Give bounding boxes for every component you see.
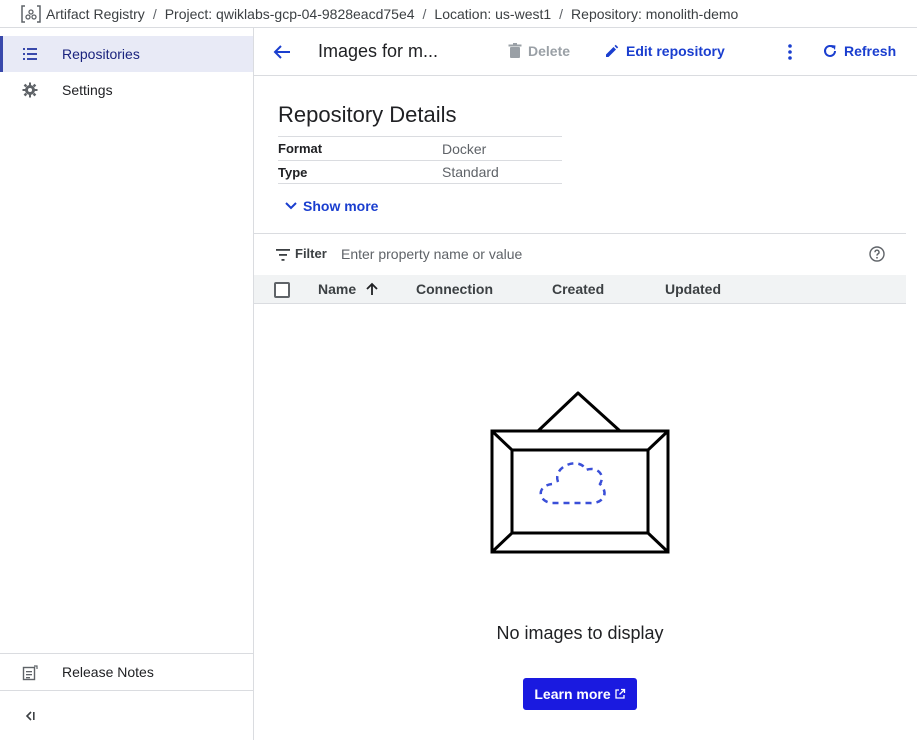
edit-repository-button[interactable]: Edit repository bbox=[604, 43, 725, 59]
detail-row-format: Format Docker bbox=[278, 136, 562, 160]
back-arrow-icon[interactable] bbox=[272, 42, 292, 62]
chevron-down-icon bbox=[285, 202, 297, 210]
breadcrumb-repository[interactable]: Repository: monolith-demo bbox=[571, 6, 738, 22]
detail-value: Standard bbox=[442, 164, 499, 180]
breadcrumb-project[interactable]: Project: qwiklabs-gcp-04-9828eacd75e4 bbox=[165, 6, 415, 22]
detail-value: Docker bbox=[442, 140, 487, 157]
detail-row-type: Type Standard bbox=[278, 160, 562, 184]
artifact-registry-logo-icon bbox=[20, 3, 42, 25]
delete-button[interactable]: Delete bbox=[508, 43, 570, 59]
column-header-connection[interactable]: Connection bbox=[416, 281, 493, 297]
breadcrumb-location[interactable]: Location: us-west1 bbox=[434, 6, 551, 22]
sidebar: Repositories Settings Release Notes bbox=[0, 28, 254, 740]
release-notes-link[interactable]: Release Notes bbox=[0, 654, 253, 690]
gear-icon bbox=[22, 82, 38, 98]
breadcrumb-separator: / bbox=[152, 5, 157, 22]
learn-more-label: Learn more bbox=[534, 686, 611, 702]
filter-label: Filter bbox=[295, 246, 327, 261]
learn-more-button[interactable]: Learn more bbox=[523, 678, 637, 710]
breadcrumb: Artifact Registry / Project: qwiklabs-gc… bbox=[0, 0, 917, 28]
sidebar-item-settings[interactable]: Settings bbox=[0, 72, 253, 108]
filter-input[interactable] bbox=[341, 243, 841, 265]
more-options-icon[interactable] bbox=[784, 42, 796, 62]
sidebar-item-label: Repositories bbox=[62, 46, 140, 62]
filter-bar: Filter bbox=[254, 234, 906, 274]
release-notes-label: Release Notes bbox=[62, 664, 154, 680]
filter-icon bbox=[276, 248, 290, 266]
sort-ascending-icon bbox=[366, 282, 378, 295]
empty-frame-illustration bbox=[490, 391, 670, 554]
refresh-button[interactable]: Refresh bbox=[822, 43, 896, 59]
trash-icon bbox=[508, 43, 522, 58]
table-header: Name Connection Created Updated bbox=[254, 275, 906, 304]
show-more-button[interactable]: Show more bbox=[284, 198, 378, 214]
edit-repository-label: Edit repository bbox=[626, 43, 725, 59]
show-more-label: Show more bbox=[303, 198, 379, 214]
column-header-created[interactable]: Created bbox=[552, 281, 604, 297]
column-header-updated[interactable]: Updated bbox=[665, 281, 721, 297]
refresh-label: Refresh bbox=[844, 43, 897, 59]
detail-key: Format bbox=[278, 141, 323, 156]
delete-label: Delete bbox=[528, 43, 571, 59]
sidebar-item-label: Settings bbox=[62, 82, 113, 98]
column-label: Name bbox=[318, 281, 357, 297]
list-icon bbox=[22, 46, 38, 62]
external-link-icon bbox=[614, 688, 625, 699]
breadcrumb-separator: / bbox=[559, 5, 564, 22]
empty-state: No images to display Learn more bbox=[254, 305, 906, 740]
refresh-icon bbox=[824, 44, 836, 57]
sidebar-collapse-area bbox=[0, 690, 253, 740]
empty-message: No images to display bbox=[496, 623, 664, 643]
breadcrumb-separator: / bbox=[422, 5, 427, 22]
select-all-checkbox[interactable] bbox=[274, 282, 290, 298]
sidebar-footer: Release Notes bbox=[0, 653, 253, 681]
page-title: Images for m... bbox=[318, 41, 439, 61]
column-header-name[interactable]: Name bbox=[318, 281, 379, 297]
repository-details-title: Repository Details bbox=[278, 102, 457, 127]
release-notes-icon bbox=[22, 665, 38, 681]
sidebar-item-repositories[interactable]: Repositories bbox=[0, 36, 253, 72]
action-bar: Images for m... Delete Edit repository R… bbox=[254, 28, 917, 76]
help-icon[interactable] bbox=[869, 246, 885, 262]
pencil-icon bbox=[606, 44, 619, 57]
collapse-icon[interactable] bbox=[22, 708, 38, 724]
breadcrumb-app[interactable]: Artifact Registry bbox=[46, 6, 145, 22]
detail-key: Type bbox=[278, 164, 308, 180]
